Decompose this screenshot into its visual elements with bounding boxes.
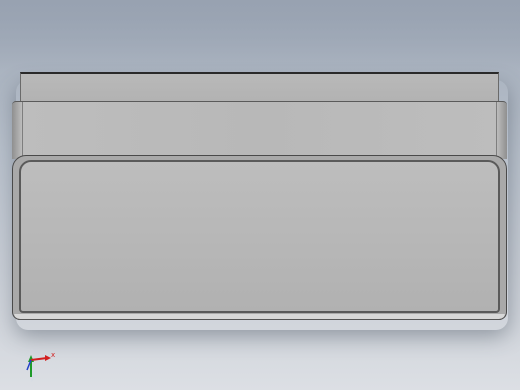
coordinate-triad: x [25, 350, 59, 384]
box-front-face[interactable] [19, 160, 500, 313]
box-bottom-rim [14, 314, 505, 320]
box-body[interactable] [12, 155, 507, 320]
lid-top-face[interactable] [20, 72, 499, 102]
triad-z-plane-shade [31, 360, 38, 382]
triad-x-label: x [51, 351, 55, 359]
lid-lip-edge-lines [22, 102, 497, 159]
lid-lip[interactable] [12, 101, 507, 159]
graphics-viewport[interactable]: x [0, 0, 520, 390]
triad-x-axis [30, 357, 48, 361]
